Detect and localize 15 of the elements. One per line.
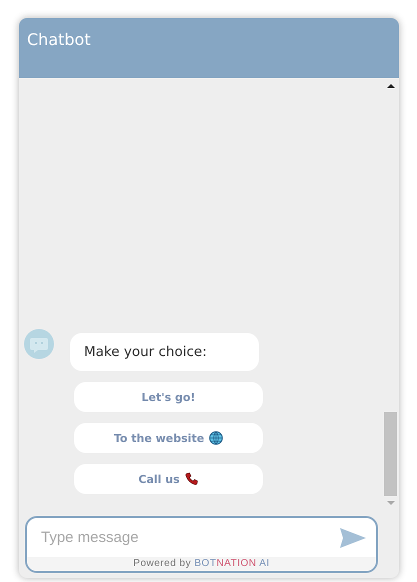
scroll-down-icon[interactable]: [386, 500, 394, 506]
bot-message: Make your choice:: [70, 333, 259, 371]
phone-icon: [184, 472, 199, 486]
powered-by-text: Powered by BOTNATION AI: [27, 557, 376, 571]
window-title: Chatbot: [27, 30, 91, 49]
message-field[interactable]: Type message Powered by BOTNATION AI: [25, 516, 378, 573]
choice-button[interactable]: Let's go!: [74, 382, 263, 412]
choice-button[interactable]: Call us: [74, 464, 263, 494]
globe-icon: [209, 431, 224, 445]
scroll-up-icon[interactable]: [386, 83, 394, 89]
send-icon[interactable]: [340, 528, 366, 548]
scrollbar-thumb[interactable]: [384, 412, 397, 496]
choice-button[interactable]: To the website: [74, 423, 263, 453]
bot-avatar-icon: [24, 329, 54, 359]
message-input[interactable]: Type message: [39, 528, 340, 547]
